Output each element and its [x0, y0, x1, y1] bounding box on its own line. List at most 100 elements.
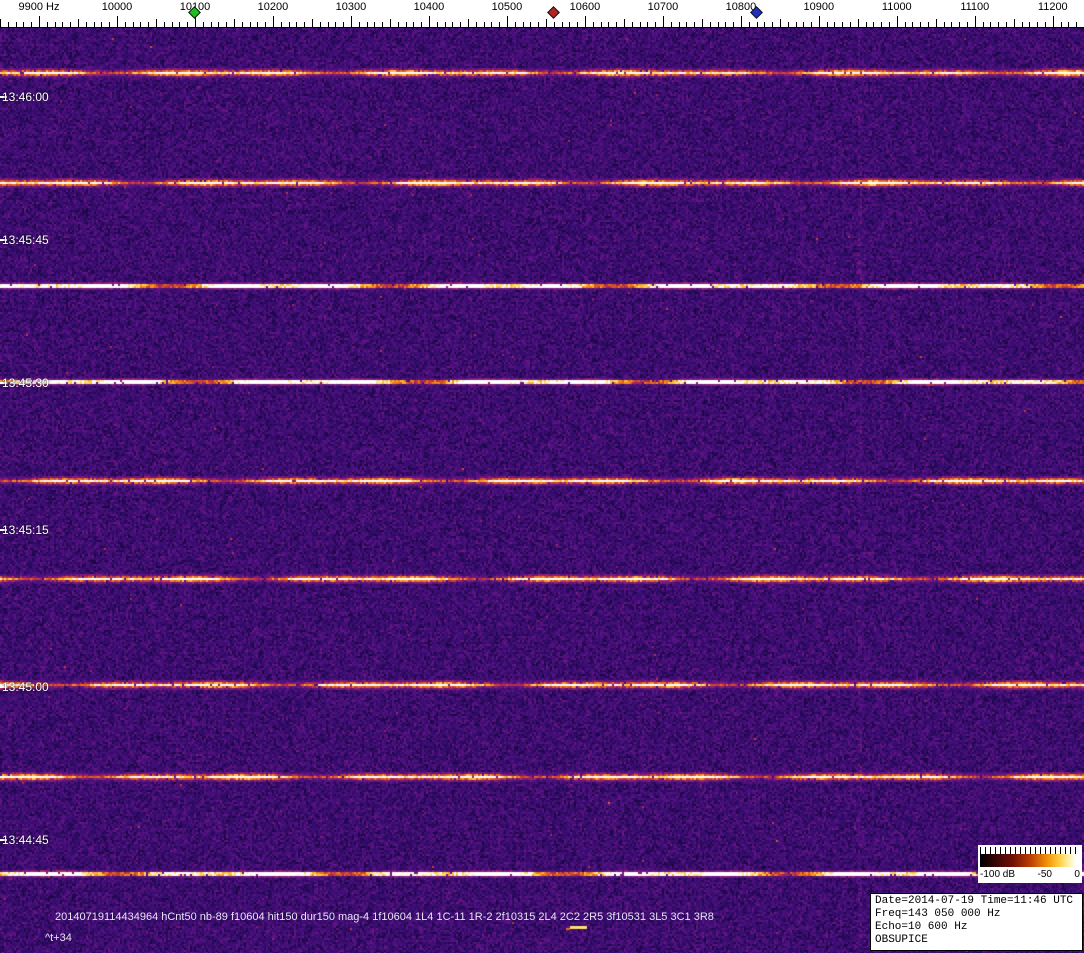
frequency-tick-label: 10900 [803, 1, 835, 13]
ruler-tick [928, 22, 929, 27]
frequency-tick-label: 10300 [335, 1, 367, 13]
ruler-tick [842, 22, 844, 27]
intensity-colorbar: -100 dB -50 0 [978, 845, 1082, 883]
ruler-tick [234, 19, 235, 27]
ruler-tick [148, 22, 150, 27]
frequency-tick-label: 10400 [413, 1, 445, 13]
ruler-tick [7, 22, 9, 27]
ruler-tick [694, 22, 696, 27]
ruler-tick [1029, 22, 1031, 27]
time-label: 13:45:30 [2, 376, 49, 390]
ruler-tick [280, 22, 282, 27]
ruler-tick [990, 22, 992, 27]
time-offset-text: ^t+34 [45, 932, 72, 944]
ruler-tick [202, 22, 204, 27]
colorbar-label-mid: -50 [1037, 869, 1052, 880]
colorbar-ticks [980, 847, 1080, 854]
ruler-tick [39, 16, 40, 27]
ruler-tick [553, 22, 555, 27]
ruler-tick [811, 22, 813, 27]
ruler-tick [1006, 22, 1007, 27]
colorbar-label-max: 0 [1074, 869, 1080, 880]
frequency-tick-label: 11100 [960, 1, 990, 13]
ruler-tick [397, 22, 399, 27]
ruler-tick [31, 22, 33, 27]
ruler-tick [740, 16, 742, 27]
ruler-tick [522, 22, 524, 27]
ruler-tick [787, 22, 789, 27]
ruler-tick [584, 16, 586, 27]
time-label: 13:45:45 [2, 233, 49, 247]
ruler-tick [389, 19, 391, 27]
ruler-tick [319, 22, 321, 27]
ruler-tick [569, 22, 571, 27]
ruler-tick [374, 22, 376, 27]
ruler-tick [717, 22, 719, 27]
ruler-tick [764, 22, 766, 27]
ruler-tick [623, 19, 625, 27]
ruler-tick [514, 22, 516, 27]
ruler-tick [343, 22, 345, 27]
ruler-tick [46, 22, 48, 27]
time-label: 13:45:15 [2, 523, 49, 537]
time-label: 13:45:00 [2, 680, 49, 694]
ruler-tick [1037, 22, 1039, 27]
ruler-tick [678, 22, 680, 27]
ruler-tick [460, 22, 462, 27]
ruler-tick [545, 19, 547, 27]
ruler-tick [701, 19, 703, 27]
ruler-tick [140, 22, 142, 27]
ruler-tick [709, 22, 711, 27]
ruler-tick [982, 22, 984, 27]
ruler-tick [506, 16, 508, 27]
ruler-tick [85, 22, 87, 27]
frequency-tick-label: 11200 [1037, 1, 1068, 13]
ruler-tick [803, 22, 805, 27]
ruler-tick [538, 22, 540, 27]
ruler-tick [241, 22, 243, 27]
ruler-tick [54, 22, 56, 27]
ruler-tick [725, 22, 727, 27]
ruler-tick [101, 22, 103, 27]
ruler-tick [857, 19, 859, 27]
ruler-tick [421, 22, 423, 27]
ruler-tick [156, 19, 157, 27]
ruler-tick [483, 22, 485, 27]
ruler-tick [608, 22, 610, 27]
time-label: 13:46:00 [2, 90, 49, 104]
ruler-tick [304, 22, 306, 27]
ruler-tick [974, 16, 976, 27]
colorbar-gradient [980, 854, 1080, 867]
ruler-tick [834, 22, 836, 27]
ruler-tick [889, 22, 890, 27]
ruler-tick [943, 22, 945, 27]
frequency-tick-label: 11000 [881, 1, 912, 13]
ruler-tick [631, 22, 633, 27]
ruler-tick [311, 19, 313, 27]
ruler-tick [382, 22, 384, 27]
ruler-tick [1045, 22, 1046, 27]
ruler-tick [444, 22, 446, 27]
ruler-tick [265, 22, 267, 27]
ruler-tick [187, 22, 189, 27]
ruler-tick [577, 22, 579, 27]
ruler-tick [779, 19, 781, 27]
ruler-tick [733, 22, 735, 27]
ruler-tick [951, 22, 953, 27]
frequency-tick-label: 10500 [491, 1, 523, 13]
ruler-tick [171, 22, 173, 27]
ruler-tick [249, 22, 251, 27]
colorbar-label-min: -100 dB [980, 869, 1016, 880]
ruler-tick [686, 22, 688, 27]
ruler-tick [452, 22, 454, 27]
info-station: OBSUPICE [875, 934, 928, 946]
ruler-tick [475, 22, 477, 27]
marker-red[interactable] [546, 6, 560, 19]
ruler-tick [655, 22, 657, 27]
ruler-tick [288, 22, 290, 27]
detection-stats-text: 20140719114434964 hCnt50 nb-89 f10604 hi… [55, 911, 714, 923]
ruler-tick [23, 22, 25, 27]
ruler-tick [467, 19, 469, 27]
ruler-tick [967, 22, 968, 27]
ruler-tick [62, 22, 64, 27]
